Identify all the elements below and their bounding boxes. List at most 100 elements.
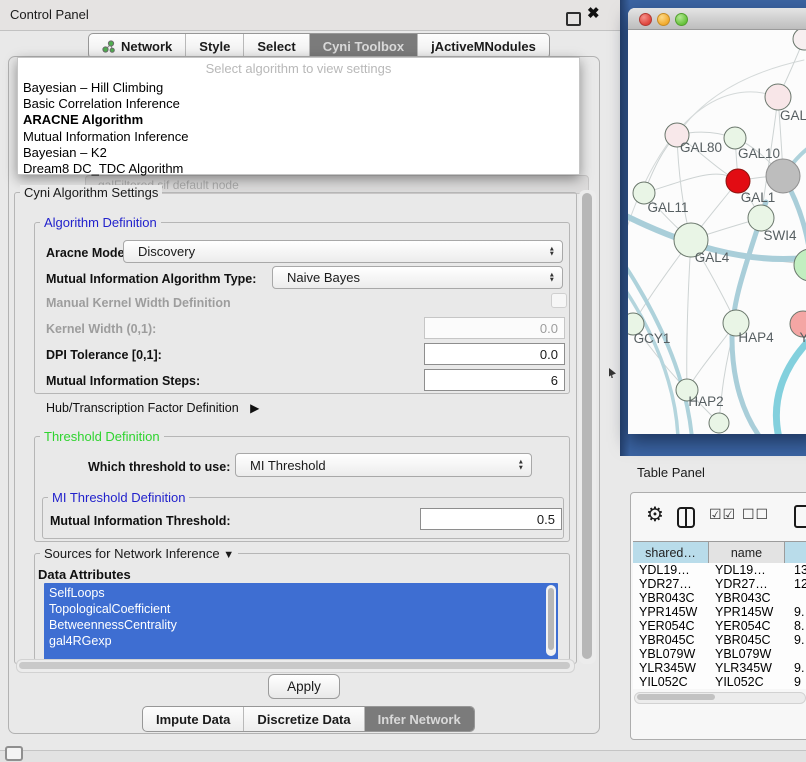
network-window-titlebar[interactable] xyxy=(628,8,806,30)
network-tab-icon xyxy=(102,40,115,53)
tab-network[interactable]: Network xyxy=(89,34,185,58)
new-table-icon[interactable] xyxy=(794,505,806,528)
dpi-tolerance-field[interactable]: 0.0 xyxy=(424,343,565,365)
mi-threshold-field[interactable]: 0.5 xyxy=(420,508,562,530)
tab-cyni-toolbox[interactable]: Cyni Toolbox xyxy=(309,34,417,58)
scrollbar-thumb[interactable] xyxy=(548,588,554,650)
which-threshold-select[interactable]: MI Threshold ▲▼ xyxy=(235,453,532,477)
network-canvas[interactable]: GALGAL80GAL10GAL11GAL1SWI4GAL4GCY1HAP4YH… xyxy=(628,30,806,434)
network-edge[interactable] xyxy=(644,174,738,193)
tab-discretize-data[interactable]: Discretize Data xyxy=(243,707,363,731)
table-row[interactable]: YIL052CYIL052C9 xyxy=(633,675,806,689)
tab-impute-data[interactable]: Impute Data xyxy=(143,707,243,731)
collapse-down-icon[interactable]: ▼ xyxy=(223,549,234,561)
attribute-list-item[interactable]: SelfLoops xyxy=(44,585,558,601)
network-node-label: GCY1 xyxy=(634,331,671,346)
network-node[interactable] xyxy=(766,159,800,193)
network-node-label: SWI4 xyxy=(763,228,796,243)
table-cell: YLR345W xyxy=(633,661,709,675)
close-traffic-light[interactable] xyxy=(639,13,652,26)
dpi-tolerance-label: DPI Tolerance [0,1]: xyxy=(46,348,162,362)
network-node[interactable] xyxy=(794,249,806,281)
network-node[interactable] xyxy=(793,30,806,50)
column-header-partial[interactable] xyxy=(785,542,806,564)
data-attributes-label: Data Attributes xyxy=(38,567,131,582)
split-columns-icon[interactable] xyxy=(677,507,695,528)
unchecked-checkboxes-icon[interactable]: ☐☐ xyxy=(742,506,769,523)
network-edge[interactable] xyxy=(687,240,691,390)
settings-horizontal-scrollbar[interactable] xyxy=(16,659,575,673)
table-cell: 9. xyxy=(785,633,806,647)
column-header-shared-name[interactable]: shared… xyxy=(633,542,709,564)
algorithm-option[interactable]: Mutual Information Inference xyxy=(18,129,579,145)
network-node-label: HAP4 xyxy=(738,330,774,345)
network-edge[interactable] xyxy=(628,258,692,434)
table-cell: YIL052C xyxy=(709,675,785,689)
column-header-name[interactable]: name xyxy=(709,542,785,564)
network-edge[interactable] xyxy=(628,282,678,434)
algorithm-option[interactable]: Dream8 DC_TDC Algorithm xyxy=(18,161,579,177)
table-row[interactable]: YLR345WYLR345W9. xyxy=(633,661,806,675)
combo-arrows-icon: ▲▼ xyxy=(549,246,555,257)
table-cell: YDR27… xyxy=(709,577,785,591)
table-cell: YLR345W xyxy=(709,661,785,675)
table-horizontal-scrollbar[interactable] xyxy=(634,692,806,704)
float-window-icon[interactable] xyxy=(566,12,581,26)
table-cell: YIL052C xyxy=(633,675,709,689)
table-row[interactable]: YER054CYER054C8. xyxy=(633,619,806,633)
table-row[interactable]: YBR043CYBR043C xyxy=(633,591,806,605)
attributes-list-scrollbar[interactable] xyxy=(546,585,556,656)
algorithm-option[interactable]: Bayesian – Hill Climbing xyxy=(18,80,579,96)
attribute-list-item[interactable]: BetweennessCentrality xyxy=(44,617,558,633)
kernel-width-field[interactable]: 0.0 xyxy=(424,317,565,339)
table-cell: YBR043C xyxy=(709,591,785,605)
network-node-label: HAP2 xyxy=(688,394,723,409)
mi-steps-field[interactable]: 6 xyxy=(424,369,565,391)
scrollbar-thumb[interactable] xyxy=(19,662,570,669)
network-node[interactable] xyxy=(765,84,791,110)
minimize-traffic-light[interactable] xyxy=(657,13,670,26)
checked-checkboxes-icon[interactable]: ☑☑ xyxy=(709,506,736,523)
network-node[interactable] xyxy=(709,413,729,433)
tab-select[interactable]: Select xyxy=(243,34,308,58)
mi-type-select[interactable]: Naive Bayes ▲▼ xyxy=(272,266,563,289)
attribute-list-item[interactable]: TopologicalCoefficient xyxy=(44,601,558,617)
apply-button[interactable]: Apply xyxy=(268,674,340,699)
tab-style[interactable]: Style xyxy=(185,34,243,58)
table-cell: YBR045C xyxy=(709,633,785,647)
cyni-bottom-tabbar: Impute Data Discretize Data Infer Networ… xyxy=(142,706,475,732)
table-row[interactable]: YPR145WYPR145W9. xyxy=(633,605,806,619)
tab-infer-network[interactable]: Infer Network xyxy=(364,707,474,731)
attribute-list-item[interactable]: gal4RGexp xyxy=(44,633,558,649)
gear-icon[interactable]: ⚙ xyxy=(646,505,664,525)
mouse-cursor xyxy=(609,368,616,378)
table-panel-title: Table Panel xyxy=(637,465,705,480)
algorithm-option[interactable]: Bayesian – K2 xyxy=(18,145,579,161)
close-icon[interactable]: ✖ xyxy=(587,4,600,22)
zoom-traffic-light[interactable] xyxy=(675,13,688,26)
tab-jactivemnodules[interactable]: jActiveMNodules xyxy=(417,34,549,58)
scrollbar-thumb[interactable] xyxy=(637,694,715,700)
network-edge[interactable] xyxy=(776,330,806,434)
table-row[interactable]: YDL19…YDL19…13 xyxy=(633,563,806,577)
settings-vertical-scrollbar[interactable] xyxy=(579,190,596,664)
table-cell: YPR145W xyxy=(709,605,785,619)
network-node-label: Y xyxy=(799,330,806,345)
threshold-definition-title: Threshold Definition xyxy=(40,429,164,444)
table-header-row: shared… name xyxy=(633,541,806,565)
aracne-mode-label: Aracne Mode: xyxy=(46,246,129,260)
algorithm-option[interactable]: ARACNE Algorithm xyxy=(18,112,579,128)
table-row[interactable]: YDR27…YDR27…12 xyxy=(633,577,806,591)
scrollbar-thumb[interactable] xyxy=(582,193,592,659)
mi-steps-label: Mutual Information Steps: xyxy=(46,374,200,388)
manual-kernel-checkbox[interactable] xyxy=(551,293,567,308)
restore-panel-icon[interactable] xyxy=(5,746,23,761)
algorithm-option[interactable]: Basic Correlation Inference xyxy=(18,96,579,112)
aracne-mode-select[interactable]: Discovery ▲▼ xyxy=(123,240,563,263)
network-node-label: GAL10 xyxy=(738,146,780,161)
table-row[interactable]: YBR045CYBR045C9. xyxy=(633,633,806,647)
table-panel: ⚙ ☑☑ ☐☐ shared… name YDL19…YDL19…13YDR27… xyxy=(630,492,806,740)
hub-definition-disclosure[interactable]: Hub/Transcription Factor Definition ▶ xyxy=(46,401,259,415)
table-row[interactable]: YBL079WYBL079W xyxy=(633,647,806,661)
algorithm-dropdown-popup: Select algorithm to view settings Bayesi… xyxy=(17,57,580,175)
